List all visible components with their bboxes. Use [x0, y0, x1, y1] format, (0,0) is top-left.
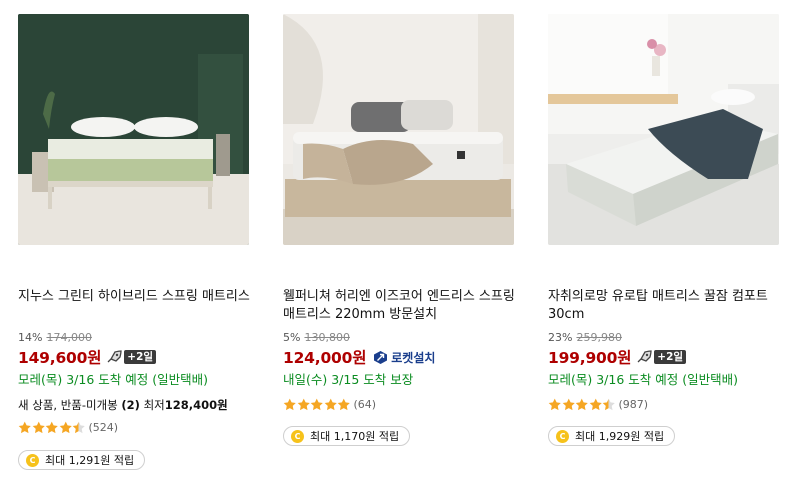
rating: (64) — [283, 397, 376, 411]
product-image[interactable] — [283, 14, 514, 245]
star-full-icon — [548, 398, 561, 410]
review-count: (524) — [88, 420, 119, 434]
star-half-icon — [602, 398, 615, 410]
mattress-photo-beige-room — [283, 14, 514, 245]
sale-price: 199,900원 — [548, 349, 632, 367]
point-badge: C 최대 1,291원 적립 — [18, 450, 146, 470]
star-full-icon — [283, 398, 296, 410]
star-rating — [548, 398, 616, 411]
star-rating — [18, 421, 86, 434]
point-text: 최대 1,170원 적립 — [310, 430, 400, 443]
install-label: 로켓설치 — [391, 350, 436, 365]
coin-icon: C — [26, 453, 39, 467]
star-half-icon — [72, 421, 85, 433]
rating: (524) — [18, 420, 118, 434]
product-title[interactable]: 웰퍼니쳐 허리엔 이즈코어 엔드리스 스프링 매트리스 220mm 방문설치 — [283, 288, 521, 324]
product-image[interactable] — [18, 14, 249, 245]
discount-info: 5% 130,800 — [283, 331, 350, 345]
mattress-photo-bright-room — [548, 14, 779, 245]
delivery-info: 모레(목) 3/16 도착 예정 (일반택배) — [18, 372, 208, 387]
star-full-icon — [575, 398, 588, 410]
mattress-photo-green-room — [18, 14, 249, 245]
star-full-icon — [18, 421, 31, 433]
used-offer-info[interactable]: 새 상품, 반품-미개봉 (2) 최저128,400원 — [18, 397, 228, 413]
star-full-icon — [324, 398, 337, 410]
discount-rate: 14% — [18, 331, 43, 344]
sale-price: 149,600원 — [18, 349, 102, 367]
original-price: 130,800 — [304, 331, 350, 344]
rocket-icon — [636, 350, 652, 364]
delivery-info: 내일(수) 3/15 도착 보장 — [283, 372, 414, 387]
star-full-icon — [337, 398, 350, 410]
rating: (987) — [548, 397, 648, 411]
product-card[interactable]: 지누스 그린티 하이브리드 스프링 매트리스 14% 174,000 149,60… — [18, 0, 258, 488]
review-count: (987) — [618, 397, 649, 411]
discount-rate: 5% — [283, 331, 301, 344]
star-full-icon — [45, 421, 58, 433]
point-text: 최대 1,929원 적립 — [575, 430, 665, 443]
star-full-icon — [562, 398, 575, 410]
sale-price: 124,000원 — [283, 349, 367, 367]
star-full-icon — [297, 398, 310, 410]
star-full-icon — [310, 398, 323, 410]
product-image[interactable] — [548, 14, 779, 245]
discount-info: 23% 259,980 — [548, 331, 622, 345]
delivery-info: 모레(목) 3/16 도착 예정 (일반택배) — [548, 372, 738, 387]
delivery-badge: +2일 — [654, 350, 687, 364]
point-badge: C 최대 1,929원 적립 — [548, 426, 676, 446]
original-price: 259,980 — [576, 331, 622, 344]
review-count: (64) — [353, 397, 377, 411]
rocket-icon — [106, 350, 122, 364]
delivery-badge: +2일 — [124, 350, 157, 364]
price-row: 124,000원 로켓설치 — [283, 347, 435, 367]
price-row: 149,600원 +2일 — [18, 347, 157, 367]
used-offer-label: 새 상품, 반품-미개봉 — [18, 398, 122, 412]
point-badge: C 최대 1,170원 적립 — [283, 426, 411, 446]
coin-icon: C — [291, 429, 304, 443]
rocket-install-badge: 로켓설치 — [373, 349, 435, 366]
product-card[interactable]: 웰퍼니쳐 허리엔 이즈코어 엔드리스 스프링 매트리스 220mm 방문설치 5… — [283, 0, 523, 488]
used-offer-min-price: 128,400원 — [164, 398, 228, 412]
star-full-icon — [32, 421, 45, 433]
product-title[interactable]: 지누스 그린티 하이브리드 스프링 매트리스 — [18, 288, 256, 306]
used-offer-count: (2) — [121, 398, 140, 412]
star-rating — [283, 398, 351, 411]
star-full-icon — [589, 398, 602, 410]
point-text: 최대 1,291원 적립 — [45, 454, 135, 467]
product-card[interactable]: 자취의로망 유로탑 매트리스 꿀잠 컴포트 30cm 23% 259,980 19… — [548, 0, 788, 488]
coin-icon: C — [556, 429, 569, 443]
used-offer-min-label: 최저 — [139, 398, 165, 412]
star-full-icon — [59, 421, 72, 433]
discount-rate: 23% — [548, 331, 573, 344]
rocket-install-icon — [374, 350, 388, 364]
product-title[interactable]: 자취의로망 유로탑 매트리스 꿀잠 컴포트 30cm — [548, 288, 786, 324]
price-row: 199,900원 +2일 — [548, 347, 687, 367]
original-price: 174,000 — [46, 331, 92, 344]
discount-info: 14% 174,000 — [18, 331, 92, 345]
